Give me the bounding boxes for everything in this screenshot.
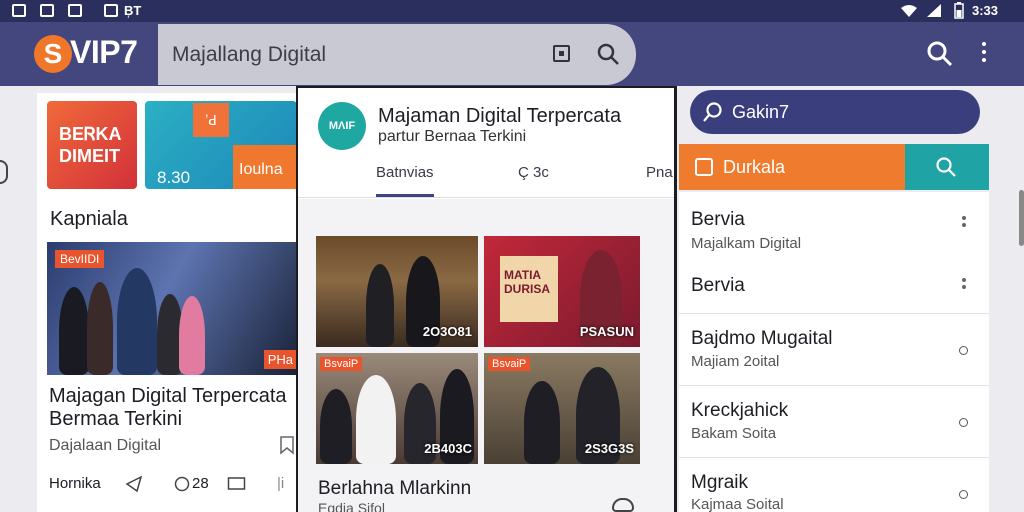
- publisher-header: MɅIF Majaman Digital Terpercata partur B…: [298, 88, 674, 198]
- radio-icon[interactable]: [959, 418, 968, 427]
- search-icon[interactable]: [596, 42, 620, 66]
- news-card-left[interactable]: BEᏒKA DIMEIT ʼꓒ 8.30 Ioulna Kapniala Bev…: [37, 93, 297, 512]
- search-bar[interactable]: Majallang Digital: [158, 24, 636, 85]
- card-bottom-title[interactable]: Berlahna Mlarkinn: [318, 478, 471, 500]
- camera-icon: [68, 4, 82, 17]
- bookmark-icon[interactable]: [277, 435, 297, 455]
- status-bar: B᷊T 3:33: [0, 0, 1024, 22]
- publisher-logo[interactable]: MɅIF: [318, 102, 366, 150]
- list-item-title: Bervia: [691, 209, 745, 230]
- list-item-subtitle: Majiam 2oital: [691, 353, 780, 370]
- tile-caption: 2B403C: [424, 441, 472, 456]
- scrollbar[interactable]: [1019, 190, 1024, 246]
- photo-tag: BevIIDI: [55, 250, 105, 268]
- home-label[interactable]: Hornika: [49, 475, 101, 492]
- video-tile[interactable]: BsvaiP 2S3G3S: [484, 353, 640, 464]
- more-options-icon[interactable]: [982, 42, 986, 66]
- list-item[interactable]: Bervia Majalkam Digital: [679, 192, 989, 252]
- right-search-input[interactable]: Gakin7: [732, 102, 789, 123]
- publisher-title: Majaman Digital Terpercata: [378, 105, 622, 127]
- tab-first[interactable]: Batnvias: [376, 164, 434, 197]
- list-item-title: Mgraik: [691, 472, 749, 493]
- cloud-icon[interactable]: [612, 498, 634, 512]
- video-grid: 2O3O81 MATIA DURISA PSASUN BsvaiP 2B403C…: [298, 199, 674, 512]
- list-item-title: Kreckjahick: [691, 400, 789, 421]
- tab-icon[interactable]: [227, 476, 247, 492]
- poster-text: MATIA DURISA: [500, 256, 558, 322]
- comment-count: 28: [192, 475, 209, 492]
- app-logo-text: VIP7: [70, 34, 138, 70]
- category-icon: [695, 158, 713, 176]
- back-edge-icon[interactable]: [0, 160, 8, 184]
- radio-icon[interactable]: [959, 346, 968, 355]
- tile-caption: PSASUN: [579, 324, 634, 339]
- video-tile[interactable]: BsvaiP 2B403C: [316, 353, 478, 464]
- notification-icon: [12, 4, 26, 17]
- comment-icon[interactable]: [174, 476, 190, 492]
- carrier-text: B᷊T: [124, 3, 142, 18]
- tile-tag: BsvaiP: [320, 357, 363, 371]
- app-bar: S VIP7 Majallang Digital: [0, 22, 1024, 86]
- category-search-button[interactable]: [905, 144, 989, 190]
- right-list: Bervia Majalkam Digital Bervia Bajdmo Mu…: [679, 192, 989, 512]
- article-headline[interactable]: Majagan Digital Terpercata Bermaa Terkin…: [49, 385, 294, 431]
- tile-tag: BsvaiP: [488, 357, 531, 371]
- battery-icon: [954, 2, 964, 19]
- category-label[interactable]: Durkala: [723, 157, 785, 178]
- article-image[interactable]: BevIIDI PHa: [47, 242, 297, 375]
- promo-badge: ʼꓒ: [193, 103, 229, 137]
- app-logo-mark: S: [34, 35, 72, 73]
- mail-icon: [40, 4, 54, 17]
- category-bar[interactable]: Durkala: [679, 144, 989, 190]
- more-icon[interactable]: |i: [277, 475, 284, 492]
- list-item[interactable]: Bervia: [679, 262, 989, 314]
- card-bottom-subtitle: Egdia Sifol: [318, 500, 385, 512]
- search-icon[interactable]: [935, 156, 957, 178]
- list-item[interactable]: Bajdmo Mugaital Majiam 2oital: [679, 314, 989, 386]
- radio-icon[interactable]: [959, 490, 968, 499]
- search-icon[interactable]: [702, 101, 724, 123]
- publisher-card[interactable]: MɅIF Majaman Digital Terpercata partur B…: [296, 86, 677, 512]
- tab-third[interactable]: Pna: [646, 164, 673, 181]
- item-menu-icon[interactable]: [962, 278, 966, 292]
- tile-caption: 2O3O81: [422, 324, 472, 339]
- article-actions: Hornika 28 |i: [49, 473, 297, 495]
- tab-second[interactable]: Ç 3c: [518, 164, 549, 181]
- list-item-title: Bervia: [691, 275, 745, 296]
- signal-icon: [927, 4, 941, 17]
- wifi-icon: [901, 5, 917, 17]
- video-tile[interactable]: MATIA DURISA PSASUN: [484, 236, 640, 347]
- app-icon: [104, 4, 118, 17]
- article-source: Dajalaan Digital: [49, 437, 162, 454]
- list-item[interactable]: Kreckjahick Bakam Soita: [679, 386, 989, 458]
- clock: 3:33: [972, 3, 999, 18]
- search-icon[interactable]: [927, 41, 953, 67]
- list-item-subtitle: Majalkam Digital: [691, 235, 802, 252]
- search-input[interactable]: Majallang Digital: [172, 43, 326, 67]
- share-icon[interactable]: [124, 475, 144, 493]
- promo-banner-secondary[interactable]: ʼꓒ 8.30 Ioulna: [145, 101, 297, 189]
- promo-price: 8.30: [157, 168, 191, 187]
- scan-icon[interactable]: [553, 45, 570, 62]
- item-menu-icon[interactable]: [962, 216, 966, 230]
- section-title: Kapniala: [50, 208, 128, 230]
- publisher-subtitle: partur Bernaa Terkini: [378, 128, 527, 145]
- list-item[interactable]: Mgraik Kajmaa Soital: [679, 458, 989, 512]
- promo-label: Ioulna: [233, 145, 297, 189]
- photo-tag-secondary: PHa: [263, 350, 297, 369]
- list-item-title: Bajdmo Mugaital: [691, 328, 833, 349]
- right-search-bar[interactable]: Gakin7: [690, 90, 980, 134]
- list-item-subtitle: Bakam Soita: [691, 425, 777, 442]
- promo-banner[interactable]: BEᏒKA DIMEIT: [47, 101, 137, 189]
- list-item-subtitle: Kajmaa Soital: [691, 496, 784, 512]
- video-tile[interactable]: 2O3O81: [316, 236, 478, 347]
- tile-caption: 2S3G3S: [584, 441, 634, 456]
- promo-banner-text: BEᏒKA DIMEIT: [59, 124, 121, 166]
